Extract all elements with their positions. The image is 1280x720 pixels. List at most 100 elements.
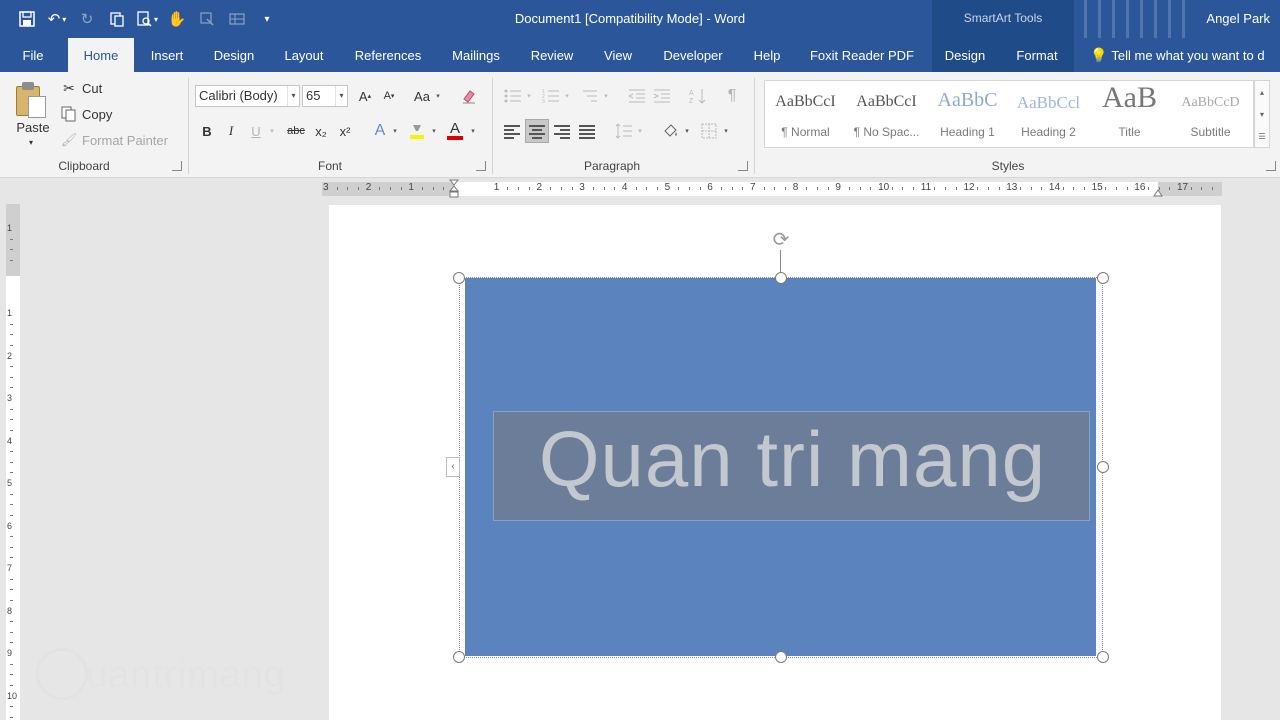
style-heading-1[interactable]: AaBbC Heading 1 [927, 81, 1008, 147]
style-normal[interactable]: AaBbCcI ¶ Normal [765, 81, 846, 147]
strikethrough-button[interactable]: abc [284, 120, 308, 142]
decrease-indent-icon[interactable] [625, 85, 647, 107]
tab-view[interactable]: View [596, 38, 640, 72]
scroll-down-icon[interactable]: ▾ [1260, 110, 1264, 119]
resize-handle-bottom-left[interactable] [453, 651, 465, 663]
smartart-text-box[interactable]: Quan tri mang [493, 411, 1090, 521]
scroll-up-icon[interactable]: ▴ [1260, 88, 1264, 97]
shading-dropdown-icon[interactable]: ▾ [683, 120, 691, 142]
resize-handle-top-left[interactable] [453, 272, 465, 284]
touch-mode-icon[interactable]: ✋ [164, 6, 190, 32]
cut-button[interactable]: ✂ Cut [60, 80, 102, 97]
tab-home[interactable]: Home [68, 38, 134, 72]
increase-indent-icon[interactable] [650, 85, 672, 107]
font-family-dropdown-icon[interactable]: ▾ [287, 86, 299, 106]
right-indent-marker-icon[interactable] [1153, 186, 1163, 197]
clear-formatting-icon[interactable] [458, 85, 480, 107]
show-formatting-marks-button[interactable]: ¶ [721, 85, 743, 107]
indent-marker-icon[interactable] [448, 179, 460, 201]
text-effects-button[interactable]: A [369, 120, 391, 142]
multilevel-list-icon[interactable] [578, 85, 600, 107]
numbering-dropdown-icon[interactable]: ▾ [563, 85, 571, 107]
highlight-color-button[interactable] [406, 120, 428, 142]
vertical-ruler[interactable]: 1 1 2 3 4 5 6 7 8 9 10 [4, 200, 22, 720]
more-styles-icon[interactable]: ☰ [1258, 132, 1265, 141]
line-spacing-icon[interactable] [612, 120, 634, 142]
tab-review[interactable]: Review [524, 38, 580, 72]
save-icon[interactable] [14, 6, 40, 32]
resize-handle-bottom[interactable] [775, 651, 787, 663]
align-right-icon[interactable] [551, 120, 573, 142]
bullets-icon[interactable] [501, 85, 523, 107]
sort-icon[interactable]: AZ [686, 85, 708, 107]
style-subtitle[interactable]: AaBbCcD Subtitle [1170, 81, 1251, 147]
justify-icon[interactable] [576, 120, 598, 142]
grow-font-button[interactable]: A ▴ [354, 85, 376, 107]
tab-mailings[interactable]: Mailings [443, 38, 509, 72]
customize-qat-icon[interactable]: ▾ [254, 6, 280, 32]
change-case-button[interactable]: Aa [410, 85, 434, 107]
font-launcher-icon[interactable] [476, 161, 486, 171]
horizontal-ruler[interactable]: 3 2 1 1 2 3 4 5 6 7 8 9 10 11 12 13 14 15 16 17 [0, 178, 1280, 200]
print-preview-icon[interactable]: ▾ [134, 6, 160, 32]
tell-me-search[interactable]: 💡 Tell me what you want to d [1090, 38, 1265, 72]
font-family-combo[interactable]: Calibri (Body) ▾ [195, 85, 300, 107]
font-color-button[interactable]: A [444, 120, 466, 142]
tab-insert[interactable]: Insert [142, 38, 192, 72]
user-name[interactable]: Angel Park [1206, 11, 1270, 26]
multilevel-dropdown-icon[interactable]: ▾ [602, 85, 610, 107]
font-color-dropdown-icon[interactable]: ▾ [469, 120, 477, 142]
style-title[interactable]: AaB Title [1089, 81, 1170, 147]
numbering-icon[interactable]: 123 [539, 85, 561, 107]
italic-button[interactable]: I [220, 120, 242, 142]
format-painter-button[interactable]: 🖌 Format Painter [60, 132, 168, 148]
smartart-text[interactable]: Quan tri mang [494, 414, 1091, 505]
line-spacing-dropdown-icon[interactable]: ▾ [636, 120, 644, 142]
paste-dropdown-icon[interactable]: ▾ [29, 138, 33, 147]
resize-handle-right[interactable] [1097, 461, 1109, 473]
paste-button[interactable]: Paste [16, 120, 50, 135]
tab-foxit-reader-pdf[interactable]: Foxit Reader PDF [804, 38, 920, 72]
align-center-icon[interactable] [525, 119, 549, 143]
tab-smartart-format[interactable]: Format [1006, 38, 1068, 72]
tab-design[interactable]: Design [206, 38, 262, 72]
style-heading-2[interactable]: AaBbCcl Heading 2 [1008, 81, 1089, 147]
align-left-icon[interactable] [501, 120, 523, 142]
underline-dropdown-icon[interactable]: ▾ [268, 120, 276, 142]
rotate-handle-icon[interactable]: ⟳ [769, 228, 793, 252]
font-size-dropdown-icon[interactable]: ▾ [335, 86, 347, 106]
borders-dropdown-icon[interactable]: ▾ [722, 120, 730, 142]
copy-button[interactable]: Copy [60, 106, 112, 122]
undo-icon[interactable]: ↶ ▾ [44, 6, 70, 32]
shrink-font-button[interactable]: A ▾ [378, 85, 400, 107]
tab-developer[interactable]: Developer [656, 38, 730, 72]
copy-format-icon[interactable] [104, 6, 130, 32]
highlight-dropdown-icon[interactable]: ▾ [430, 120, 438, 142]
tab-smartart-design[interactable]: Design [936, 38, 994, 72]
underline-button[interactable]: U [245, 120, 267, 142]
tab-layout[interactable]: Layout [276, 38, 332, 72]
tab-help[interactable]: Help [746, 38, 788, 72]
tab-references[interactable]: References [348, 38, 428, 72]
bold-button[interactable]: B [196, 120, 218, 142]
resize-handle-top-right[interactable] [1097, 272, 1109, 284]
redo-icon[interactable]: ↻ [74, 6, 100, 32]
clipboard-launcher-icon[interactable] [172, 161, 182, 171]
paste-icon[interactable] [16, 82, 48, 118]
superscript-button[interactable]: x² [334, 120, 356, 142]
resize-handle-bottom-right[interactable] [1097, 651, 1109, 663]
change-case-dropdown-icon[interactable]: ▾ [434, 85, 442, 107]
borders-icon[interactable] [698, 120, 720, 142]
subscript-button[interactable]: x₂ [310, 120, 332, 142]
bullets-dropdown-icon[interactable]: ▾ [525, 85, 533, 107]
pointer-icon[interactable] [194, 6, 220, 32]
tab-file[interactable]: File [10, 38, 56, 72]
text-pane-toggle-icon[interactable]: ‹ [446, 457, 460, 477]
font-size-combo[interactable]: 65 ▾ [302, 85, 348, 107]
text-effects-dropdown-icon[interactable]: ▾ [391, 120, 399, 142]
styles-gallery-scroll[interactable]: ▴ ▾ ☰ [1254, 80, 1270, 148]
styles-launcher-icon[interactable] [1266, 161, 1276, 171]
paragraph-launcher-icon[interactable] [738, 161, 748, 171]
shading-icon[interactable] [659, 120, 681, 142]
style-no-spacing[interactable]: AaBbCcI ¶ No Spac... [846, 81, 927, 147]
